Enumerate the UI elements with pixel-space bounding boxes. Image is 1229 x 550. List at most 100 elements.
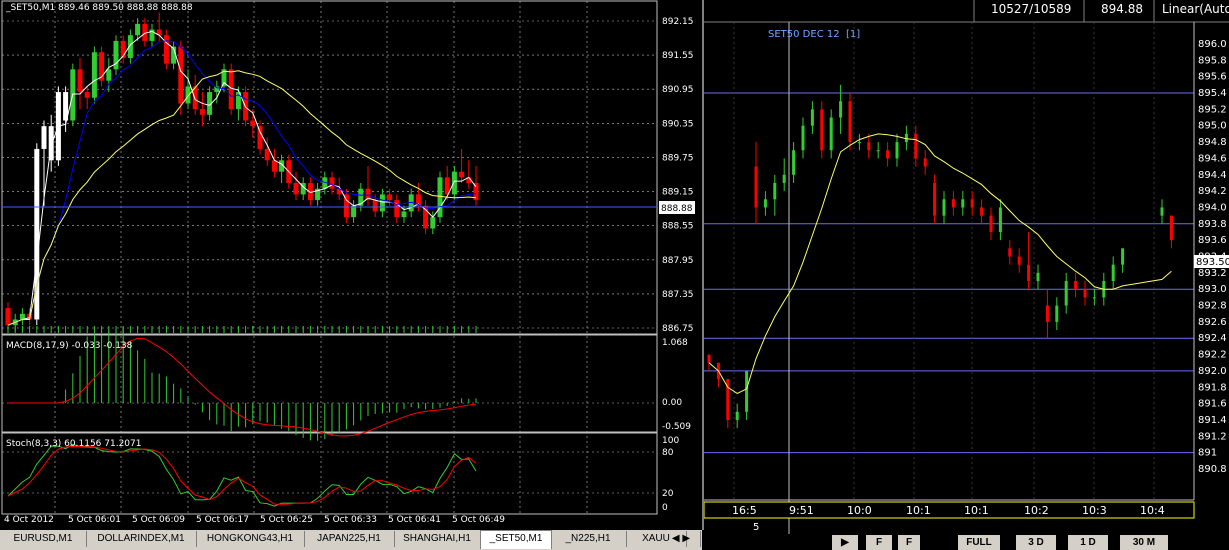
candle-body xyxy=(185,86,191,104)
right-price-tick: 892.4 xyxy=(1198,333,1227,344)
button-30m[interactable]: 30 M xyxy=(1120,535,1168,550)
time-tick: 5 Oct 06:25 xyxy=(260,515,313,525)
right-candle-body xyxy=(1036,272,1040,282)
right-candle-body xyxy=(1160,207,1164,216)
candle-body xyxy=(257,126,263,149)
candle-body xyxy=(135,23,141,36)
candle-body xyxy=(358,188,364,206)
right-price-tick: 893.0 xyxy=(1198,284,1227,295)
right-price-tick: 894.2 xyxy=(1198,186,1227,197)
right-candle-body xyxy=(1092,297,1096,299)
right-price-tick: 893.2 xyxy=(1198,268,1227,279)
symbol-info: _SET50,M1 889.46 889.50 888.88 888.88 xyxy=(5,3,193,13)
right-price-tick: 896.0 xyxy=(1198,39,1227,50)
chart-tab[interactable]: JAPAN225,H1 xyxy=(304,531,395,547)
macd-tick-zero: 0.00 xyxy=(662,398,682,408)
price-tick: 891.55 xyxy=(662,51,694,61)
right-price-tick: 892.0 xyxy=(1198,366,1227,377)
right-candle-body xyxy=(1074,281,1078,290)
button-f1[interactable]: F xyxy=(866,535,892,550)
right-price-tick: 892.6 xyxy=(1198,317,1227,328)
price-tick: 888.55 xyxy=(662,222,694,232)
right-price-tick: 891.4 xyxy=(1198,415,1227,426)
candle-body xyxy=(379,194,385,212)
chart-tab-bar: EURUSD,M1 DOLLARINDEX,M1 HONGKONG43,H1 JAPA… xyxy=(0,530,702,550)
candle-body xyxy=(199,109,205,115)
scroll-right-icon[interactable]: ▶ xyxy=(680,533,690,544)
right-price-tick: 894.0 xyxy=(1198,202,1227,213)
candle-body xyxy=(163,35,169,64)
right-price-tick: 891.6 xyxy=(1198,399,1227,410)
scroll-left-icon[interactable]: ◀ xyxy=(672,533,680,544)
candle-body xyxy=(264,148,270,161)
current-price-label: 888.88 xyxy=(661,204,693,214)
right-candle-body xyxy=(792,150,796,175)
header-price: 894.88 xyxy=(1101,2,1143,16)
contract-label: SET50 DEC 12 xyxy=(768,29,840,40)
right-time-axis-box xyxy=(704,501,1195,519)
chart-tab[interactable]: _SET50,M1 xyxy=(480,530,552,549)
button-f2[interactable]: F xyxy=(898,535,920,550)
candle-body xyxy=(401,211,407,218)
header-counts: 10527/10589 xyxy=(991,2,1071,16)
right-candle-body xyxy=(933,182,937,216)
time-tick: 4 Oct 2012 xyxy=(4,515,54,525)
right-candle-body xyxy=(1017,256,1021,265)
play-arrow-icon: ▶ xyxy=(841,537,849,548)
chart-tab[interactable]: SHANGHAI,H1 xyxy=(394,531,481,547)
tab-scroll-arrows[interactable]: ◀ ▶ xyxy=(662,531,701,547)
candle-body xyxy=(430,217,436,229)
scroll-arrow-button[interactable]: ▶ xyxy=(832,535,858,550)
chart-tab[interactable]: _N225,H1 xyxy=(550,531,627,547)
button-1d[interactable]: 1 D xyxy=(1068,535,1108,550)
right-price-tick: 895.4 xyxy=(1198,88,1227,99)
right-price-tick: 892.2 xyxy=(1198,350,1227,361)
right-candle-body xyxy=(810,109,814,126)
stoch-tick-0: 0 xyxy=(662,503,668,513)
right-candle-body xyxy=(829,117,833,151)
price-tick: 892.15 xyxy=(662,17,694,27)
button-full[interactable]: FULL xyxy=(958,535,1000,550)
right-price-tick: 895.8 xyxy=(1198,55,1227,66)
candle-body xyxy=(250,120,256,127)
price-tick: 889.75 xyxy=(662,153,694,163)
right-chart-panel[interactable]: 10527/10589 894.88 Linear(Auto SET50 DEC… xyxy=(704,0,1229,534)
right-candle-body xyxy=(1169,215,1173,241)
right-candle-body xyxy=(980,207,984,216)
right-candle-body xyxy=(886,150,890,159)
stoch-tick-80: 80 xyxy=(662,448,674,458)
right-candle-body xyxy=(707,354,711,363)
right-price-tick: 893.8 xyxy=(1198,219,1227,230)
chart-tab[interactable]: HONGKONG43,H1 xyxy=(196,531,305,547)
right-candle-body xyxy=(867,142,871,151)
right-price-tick: 895.6 xyxy=(1198,72,1227,83)
price-tick: 887.95 xyxy=(662,256,694,266)
scale-mode-selector[interactable]: Linear(Auto xyxy=(1162,2,1229,16)
chart-tab[interactable]: EURUSD,M1 xyxy=(0,531,87,547)
right-candle-body xyxy=(763,199,767,208)
right-price-tick: 894.4 xyxy=(1198,170,1227,181)
right-candle-body xyxy=(1083,289,1087,298)
right-candle-body xyxy=(820,109,824,151)
right-price-tick: 893.6 xyxy=(1198,235,1227,246)
chart-tab[interactable]: DOLLARINDEX,M1 xyxy=(86,531,197,547)
left-chart-panel[interactable]: 892.15 891.55 890.95 890.35 889.75 889.15 888.… xyxy=(0,0,704,530)
candle-body xyxy=(293,183,299,195)
price-tick: 890.95 xyxy=(662,85,694,95)
timeframe-button-bar: ▶ F F FULL 3 D 1 D 30 M xyxy=(830,534,1229,550)
macd-label: MACD(8,17,9) -0.033 -0.138 xyxy=(6,341,133,351)
right-price-tick: 891.2 xyxy=(1198,431,1227,442)
right-price-tick: 894.6 xyxy=(1198,153,1227,164)
bottom-number: 5 xyxy=(753,522,759,533)
macd-tick-max: 1.068 xyxy=(662,338,688,348)
time-tick: 5 Oct 06:49 xyxy=(452,515,505,525)
right-current-price: 893.50 xyxy=(1196,257,1229,268)
time-tick: 5 Oct 06:33 xyxy=(324,515,377,525)
button-3d[interactable]: 3 D xyxy=(1016,535,1056,550)
stoch-label: Stoch(8,3,3) 60.1156 71.2071 xyxy=(6,439,141,449)
right-candle-body xyxy=(1055,305,1059,322)
right-time-tick: 16:5 xyxy=(732,504,757,517)
right-candle-body xyxy=(1008,248,1012,257)
right-candle-body xyxy=(745,370,749,412)
right-time-tick: 10:1 xyxy=(906,504,931,517)
